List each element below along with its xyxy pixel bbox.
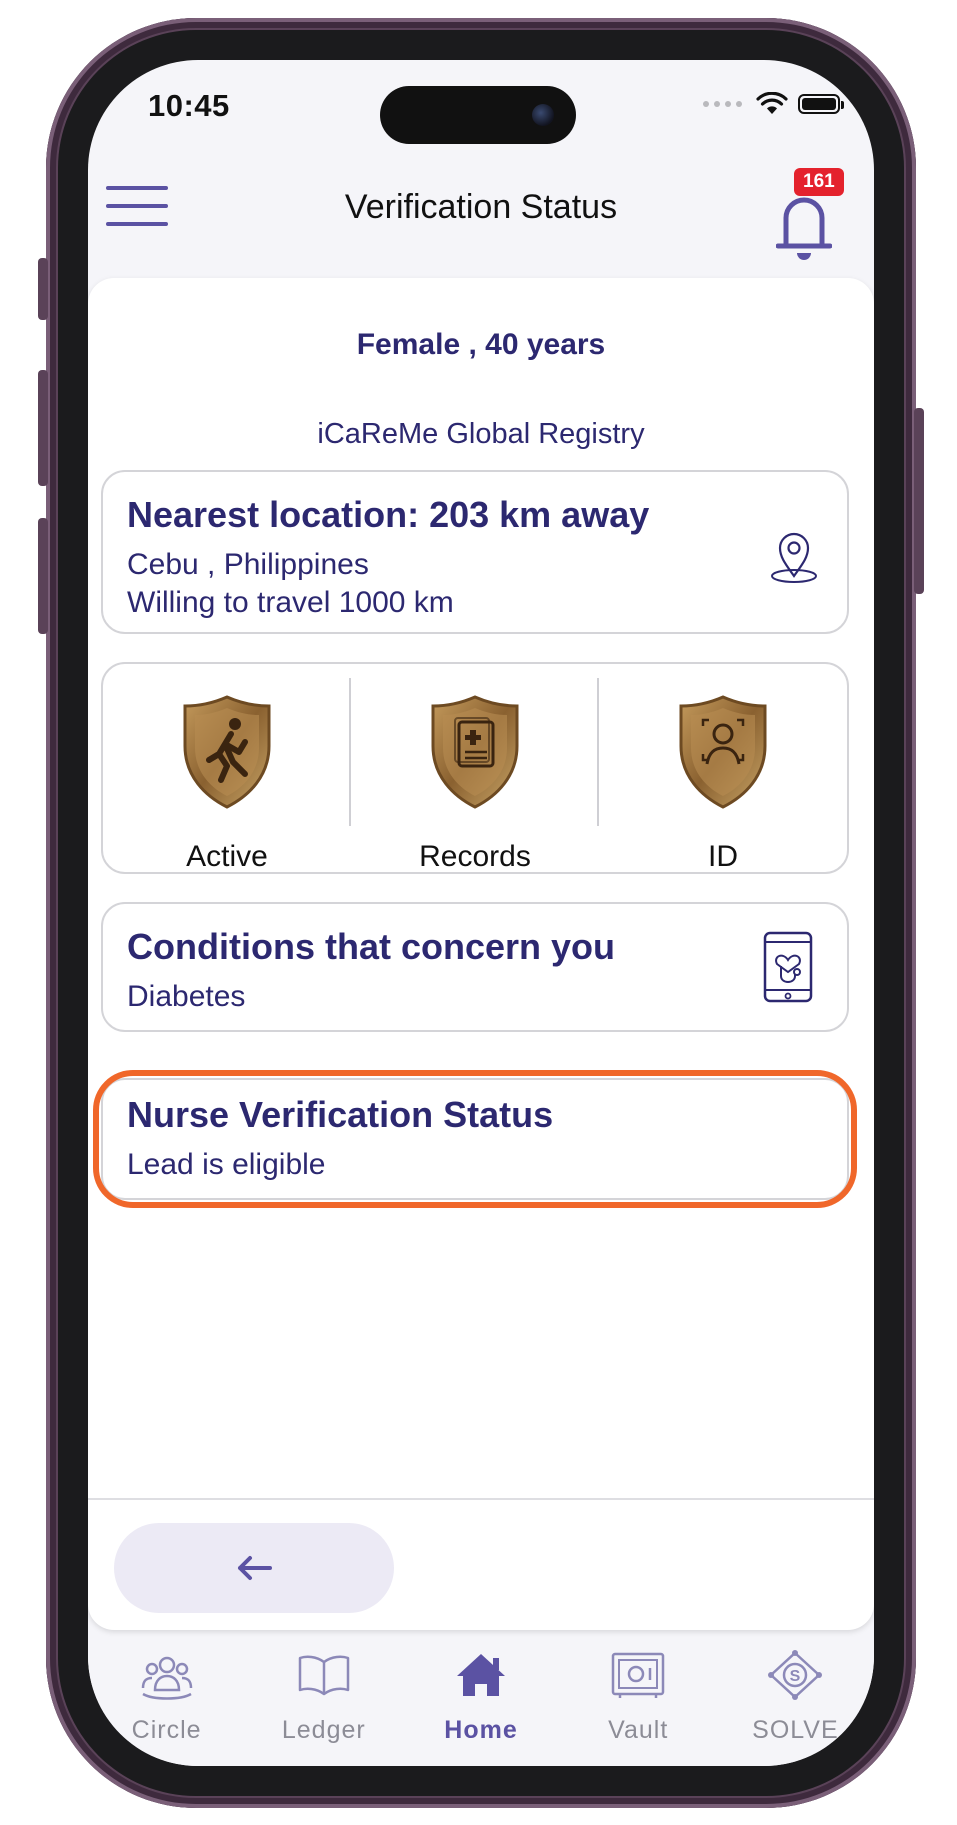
tab-vault[interactable]: Vault: [560, 1640, 717, 1766]
tab-solve[interactable]: S SOLVE: [717, 1640, 874, 1766]
badge-id-label: ID: [708, 840, 738, 873]
location-pin-icon: [771, 532, 817, 583]
badge-records[interactable]: Records: [351, 664, 599, 873]
conditions-card[interactable]: Conditions that concern you Diabetes: [101, 902, 849, 1032]
nurse-verification-card[interactable]: Nurse Verification Status Lead is eligib…: [93, 1070, 857, 1208]
bell-icon[interactable]: [776, 186, 832, 266]
nurse-status-title: Nurse Verification Status: [127, 1094, 554, 1135]
volume-up-button: [38, 370, 48, 486]
location-place: Cebu , Philippines: [127, 548, 369, 581]
badge-active[interactable]: Active: [103, 664, 351, 873]
screen: 10:45 Verification Status 161 Female , 4…: [88, 60, 874, 1766]
dynamic-island: [380, 86, 576, 144]
arrow-left-icon: [238, 1556, 272, 1580]
camera-icon: [532, 104, 554, 126]
tab-ledger[interactable]: Ledger: [245, 1640, 402, 1766]
tab-circle[interactable]: Circle: [88, 1640, 245, 1766]
highlight-outline: [93, 1070, 857, 1208]
status-icons: [703, 92, 844, 116]
tab-vault-label: Vault: [608, 1716, 669, 1744]
medical-record-icon: [431, 695, 519, 809]
circle-group-icon: [141, 1656, 192, 1700]
bottom-tab-bar: Circle Ledger Home Vault S SOLVE: [88, 1640, 874, 1766]
mute-switch: [38, 258, 48, 320]
tab-ledger-label: Ledger: [281, 1716, 366, 1744]
travel-distance: Willing to travel 1000 km: [127, 586, 454, 619]
nurse-status-value: Lead is eligible: [127, 1148, 326, 1181]
person-id-icon: [679, 695, 767, 809]
status-time: 10:45: [148, 88, 230, 123]
registry-name: iCaReMe Global Registry: [317, 418, 645, 450]
badge-divider: [597, 678, 599, 826]
condition-value: Diabetes: [127, 980, 246, 1013]
wifi-icon: [756, 92, 788, 114]
phone-stethoscope-icon: [763, 931, 813, 1003]
content-panel: Female , 40 years iCaReMe Global Registr…: [88, 278, 874, 1630]
back-button[interactable]: [114, 1523, 394, 1613]
tab-solve-label: SOLVE: [752, 1716, 839, 1744]
location-card[interactable]: Nearest location: 203 km away Cebu , Phi…: [101, 470, 849, 634]
badge-records-label: Records: [419, 840, 531, 873]
vault-icon: [611, 1652, 665, 1698]
verification-badges-card: Active Records ID: [101, 662, 849, 874]
page-title: Verification Status: [344, 188, 618, 226]
conditions-title: Conditions that concern you: [127, 926, 616, 967]
volume-down-button: [38, 518, 48, 634]
badge-active-label: Active: [186, 840, 268, 873]
home-icon: [457, 1654, 505, 1696]
profile-summary: Female , 40 years: [356, 328, 606, 361]
badge-id[interactable]: ID: [599, 664, 847, 873]
book-icon: [298, 1655, 350, 1696]
svg-text:S: S: [790, 1668, 801, 1685]
battery-icon: [798, 94, 844, 114]
notification-count-badge: 161: [794, 168, 844, 196]
tab-home-label: Home: [444, 1716, 518, 1744]
footer-divider: [88, 1498, 874, 1500]
tab-home[interactable]: Home: [402, 1640, 559, 1766]
signal-dots-icon: [703, 101, 742, 107]
badge-divider: [349, 678, 351, 826]
running-person-icon: [183, 695, 271, 809]
solve-icon: S: [768, 1650, 823, 1700]
tab-circle-label: Circle: [131, 1716, 202, 1744]
location-title: Nearest location: 203 km away: [127, 494, 650, 535]
power-button: [914, 408, 924, 594]
